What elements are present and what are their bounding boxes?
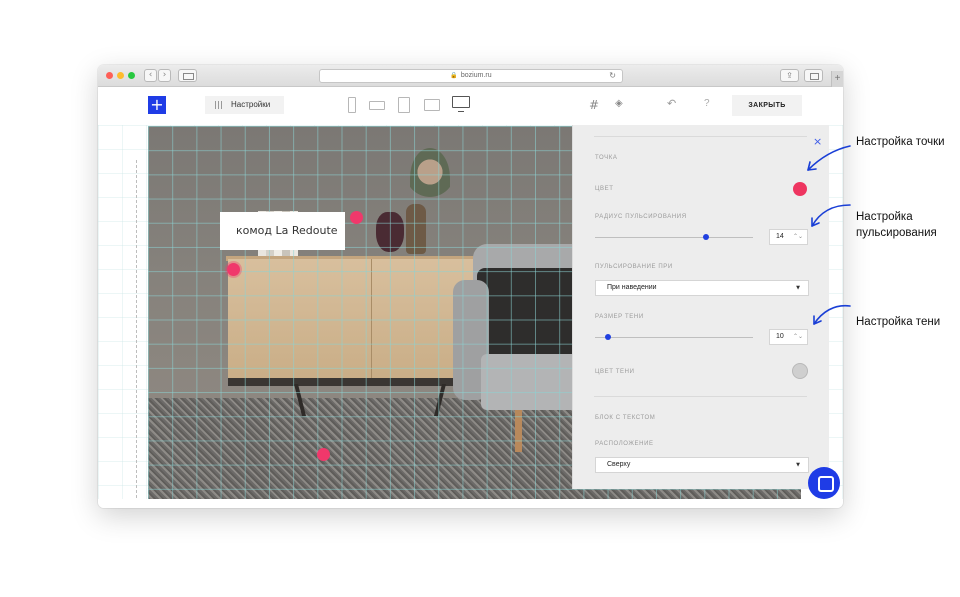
layers-icon[interactable]: ◈	[615, 98, 623, 109]
pulse-radius-input[interactable]: 14 ⌃⌄	[769, 229, 808, 245]
point-color-swatch[interactable]	[793, 182, 807, 196]
point-section-heading: ТОЧКА	[595, 155, 618, 161]
tablet-landscape-icon[interactable]	[424, 99, 440, 111]
shadow-color-label: ЦВЕТ ТЕНИ	[595, 369, 635, 375]
settings-button[interactable]: Настройки	[205, 96, 284, 114]
divider	[594, 136, 807, 137]
url-text: bozium.ru	[460, 72, 492, 79]
position-label: РАСПОЛОЖЕНИЕ	[595, 441, 654, 447]
pulse-radius-slider-thumb[interactable]	[702, 234, 709, 240]
stepper-icon[interactable]: ⌃⌄	[793, 230, 803, 244]
undo-icon[interactable]: ↶	[667, 97, 676, 110]
shadow-size-label: РАЗМЕР ТЕНИ	[595, 314, 644, 320]
minimize-window-icon[interactable]	[117, 72, 124, 79]
settings-label: Настройки	[231, 100, 271, 109]
reload-icon[interactable]: ↻	[609, 70, 616, 82]
pulse-radius-value: 14	[776, 233, 784, 240]
hotspot-point[interactable]	[350, 211, 363, 224]
browser-titlebar: ‹ › 🔒 bozium.ru ↻ ⇪ +	[98, 65, 843, 87]
canvas-bottom-strip	[98, 499, 843, 508]
text-block-section-heading: БЛОК С ТЕКСТОМ	[595, 415, 656, 421]
help-icon[interactable]: ?	[704, 98, 710, 109]
hotspot-point-selected[interactable]	[227, 263, 240, 276]
shadow-size-value: 10	[776, 333, 784, 340]
hotspot-settings-panel: × ТОЧКА ЦВЕТ РАДИУС ПУЛЬСИРОВАНИЯ 14 ⌃⌄ …	[572, 125, 829, 489]
position-value: Сверху	[607, 461, 631, 468]
phone-landscape-icon[interactable]	[369, 101, 385, 110]
shadow-size-input[interactable]: 10 ⌃⌄	[769, 329, 808, 345]
desktop-stand	[458, 109, 464, 112]
new-tab-button[interactable]: +	[831, 71, 843, 87]
tabs-overview-icon[interactable]	[804, 69, 823, 82]
sliders-icon	[214, 101, 224, 109]
pulse-on-select[interactable]: При наведении ▼	[595, 280, 809, 296]
pulse-radius-slider[interactable]	[595, 237, 753, 238]
browser-window: ‹ › 🔒 bozium.ru ↻ ⇪ + + Настройки # ◈ ↶ …	[98, 65, 843, 508]
editor-toolbar: + Настройки # ◈ ↶ ? ЗАКРЫТЬ	[98, 87, 843, 125]
sidebar-toggle-icon[interactable]	[178, 69, 197, 82]
chevron-down-icon: ▼	[796, 285, 800, 291]
forward-button[interactable]: ›	[158, 69, 171, 82]
divider	[594, 396, 807, 397]
hotspot-point[interactable]	[317, 448, 330, 461]
grid-icon[interactable]: #	[589, 98, 599, 112]
address-bar[interactable]: 🔒 bozium.ru ↻	[319, 69, 623, 83]
color-label: ЦВЕТ	[595, 186, 614, 192]
maximize-window-icon[interactable]	[128, 72, 135, 79]
shadow-size-slider[interactable]	[595, 337, 753, 338]
annotation-pulse-settings: Настройка пульсирования	[856, 211, 937, 239]
share-icon[interactable]: ⇪	[780, 69, 799, 82]
shadow-color-swatch[interactable]	[792, 363, 808, 379]
stage: ‹ › 🔒 bozium.ru ↻ ⇪ + + Настройки # ◈ ↶ …	[0, 0, 960, 597]
annotation-point-settings: Настройка точки	[856, 136, 945, 148]
hotspot-tooltip: комод La Redoute	[220, 212, 345, 250]
tablet-portrait-icon[interactable]	[398, 97, 410, 113]
add-block-button[interactable]: +	[148, 96, 166, 114]
annotation-shadow-settings: Настройка тени	[856, 316, 941, 328]
pulse-radius-label: РАДИУС ПУЛЬСИРОВАНИЯ	[595, 214, 687, 220]
phone-portrait-icon[interactable]	[348, 97, 356, 113]
position-select[interactable]: Сверху ▼	[595, 457, 809, 473]
pulse-on-value: При наведении	[607, 284, 657, 291]
shadow-size-slider-thumb[interactable]	[604, 334, 611, 340]
lock-icon: 🔒	[450, 73, 458, 79]
close-window-icon[interactable]	[106, 72, 113, 79]
stepper-icon[interactable]: ⌃⌄	[793, 330, 803, 344]
close-editor-button[interactable]: ЗАКРЫТЬ	[732, 95, 802, 116]
desktop-icon[interactable]	[452, 96, 470, 108]
pulse-on-label: ПУЛЬСИРОВАНИЕ ПРИ	[595, 264, 673, 270]
back-button[interactable]: ‹	[144, 69, 157, 82]
close-icon[interactable]: ×	[813, 135, 822, 148]
chat-support-button[interactable]	[808, 467, 840, 499]
chevron-down-icon: ▼	[796, 462, 800, 468]
